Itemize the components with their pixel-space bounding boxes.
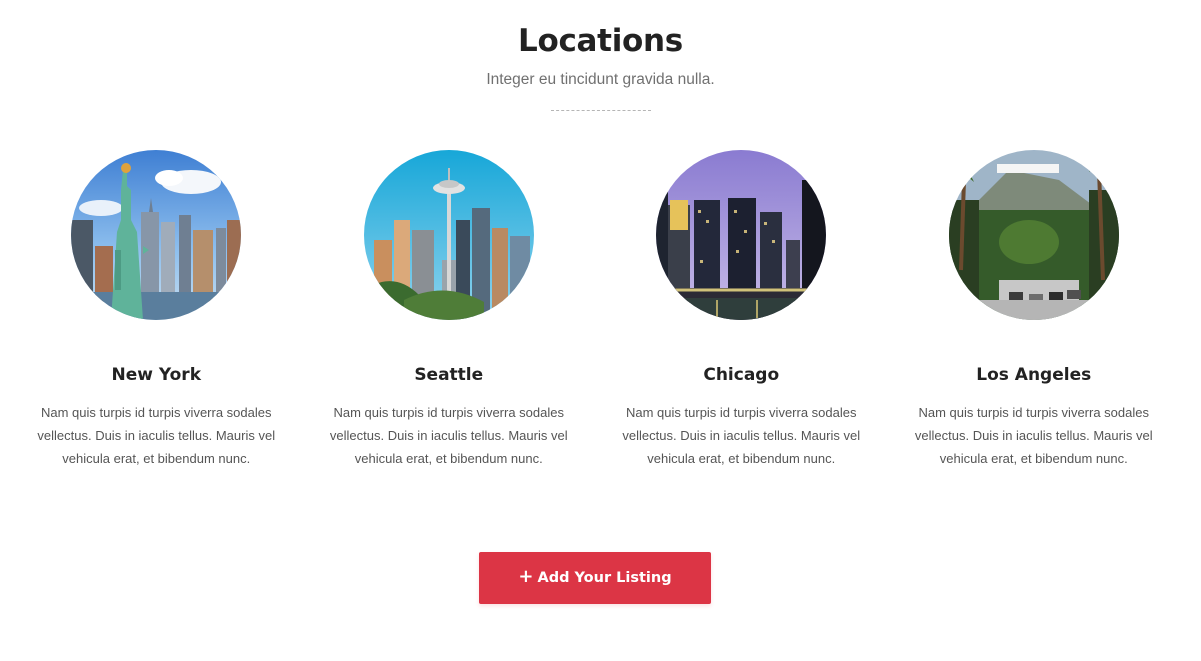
city-name[interactable]: Seattle xyxy=(303,365,596,385)
city-name[interactable]: Chicago xyxy=(595,365,888,385)
location-card-los-angeles: Los Angeles Nam quis turpis id turpis vi… xyxy=(888,150,1181,470)
city-description: Nam quis turpis id turpis viverra sodale… xyxy=(37,405,276,466)
add-listing-label: Add Your Listing xyxy=(537,570,672,586)
dashed-divider xyxy=(550,110,651,111)
city-description: Nam quis turpis id turpis viverra sodale… xyxy=(329,405,568,466)
new-york-image xyxy=(71,150,242,320)
city-description: Nam quis turpis id turpis viverra sodale… xyxy=(914,405,1153,466)
seattle-photo[interactable] xyxy=(363,150,534,320)
los-angeles-photo[interactable] xyxy=(948,150,1119,320)
chicago-photo[interactable] xyxy=(656,150,827,320)
los-angeles-image xyxy=(948,150,1119,320)
locations-grid: New York Nam quis turpis id turpis viver… xyxy=(10,150,1180,470)
locations-section: Locations Integer eu tincidunt gravida n… xyxy=(0,0,1201,661)
location-card-new-york: New York Nam quis turpis id turpis viver… xyxy=(10,150,303,470)
chicago-image xyxy=(656,150,827,320)
location-card-seattle: Seattle Nam quis turpis id turpis viverr… xyxy=(303,150,596,470)
plus-icon: + xyxy=(518,566,534,587)
seattle-image xyxy=(363,150,534,320)
city-name[interactable]: Los Angeles xyxy=(888,365,1181,385)
section-title: Locations xyxy=(518,23,683,59)
new-york-photo[interactable] xyxy=(71,150,242,320)
location-card-chicago: Chicago Nam quis turpis id turpis viverr… xyxy=(595,150,888,470)
city-description: Nam quis turpis id turpis viverra sodale… xyxy=(622,405,861,466)
city-name[interactable]: New York xyxy=(10,365,303,385)
add-listing-button[interactable]: + Add Your Listing xyxy=(479,552,711,604)
section-header: Locations Integer eu tincidunt gravida n… xyxy=(0,18,1201,111)
section-subtitle: Integer eu tincidunt gravida nulla. xyxy=(486,71,715,88)
